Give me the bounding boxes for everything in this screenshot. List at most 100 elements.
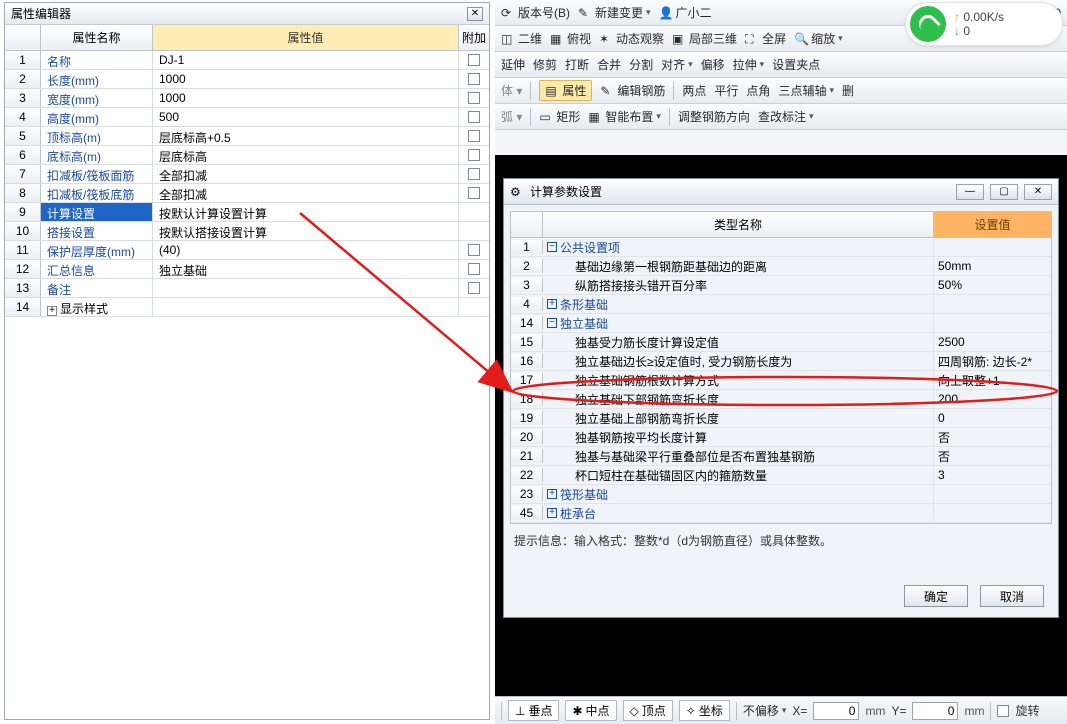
param-group-row[interactable]: 45+桩承台	[511, 504, 1051, 523]
param-value[interactable]: 50%	[934, 278, 1051, 292]
expand-icon[interactable]: +	[547, 299, 557, 309]
attr-value[interactable]: 全部扣减	[153, 165, 459, 183]
tb-2d[interactable]: ◫二维	[501, 30, 542, 47]
extra-check[interactable]	[468, 149, 480, 161]
param-value[interactable]: 50mm	[934, 259, 1051, 273]
param-value[interactable]: 200	[934, 392, 1051, 406]
extra-check[interactable]	[468, 111, 480, 123]
expand-icon[interactable]: +	[547, 489, 557, 499]
param-row[interactable]: 18独立基础下部钢筋弯折长度200	[511, 390, 1051, 409]
ok-button[interactable]: 确定	[904, 585, 968, 607]
property-row[interactable]: 1名称DJ-1	[5, 51, 489, 70]
tb-extend[interactable]: 延伸	[501, 56, 525, 73]
expand-icon[interactable]: +	[47, 306, 57, 316]
param-group-row[interactable]: 23+筏形基础	[511, 485, 1051, 504]
attr-value[interactable]: 层底标高+0.5	[153, 127, 459, 145]
snap-perp[interactable]: ⊥垂点	[508, 700, 559, 721]
param-group-row[interactable]: 14−独立基础	[511, 314, 1051, 333]
maximize-icon[interactable]: ▢	[990, 184, 1018, 200]
extra-check[interactable]	[468, 73, 480, 85]
property-row[interactable]: 3宽度(mm)1000	[5, 89, 489, 108]
expand-icon[interactable]: +	[547, 508, 557, 518]
param-value[interactable]: 0	[934, 411, 1051, 425]
tb-adjust-rebar-dir[interactable]: 调整钢筋方向	[678, 108, 750, 125]
y-input[interactable]	[912, 702, 958, 720]
tb-version[interactable]: ⟳版本号(B)	[501, 4, 570, 21]
tb-zoom[interactable]: 🔍缩放▾	[794, 30, 843, 47]
property-row[interactable]: 9计算设置按默认计算设置计算	[5, 203, 489, 222]
param-value[interactable]: 2500	[934, 335, 1051, 349]
extra-check[interactable]	[468, 92, 480, 104]
extra-check[interactable]	[468, 130, 480, 142]
tb-break[interactable]: 打断	[565, 56, 589, 73]
rotate-check[interactable]	[997, 705, 1009, 717]
tb-check-annotation[interactable]: 查改标注▾	[758, 108, 814, 125]
param-row[interactable]: 17独立基础钢筋根数计算方式向上取整+1	[511, 371, 1051, 390]
snap-mid[interactable]: ✱中点	[565, 700, 616, 721]
tb-offset[interactable]: 偏移	[701, 56, 725, 73]
minimize-icon[interactable]: —	[956, 184, 984, 200]
property-row[interactable]: 7扣减板/筏板面筋全部扣减	[5, 165, 489, 184]
close-icon[interactable]: ✕	[1024, 184, 1052, 200]
extra-check[interactable]	[468, 187, 480, 199]
extra-check[interactable]	[468, 282, 480, 294]
param-row[interactable]: 20独基钢筋按平均长度计算否	[511, 428, 1051, 447]
tb-grip[interactable]: 设置夹点	[772, 56, 820, 73]
snap-vertex[interactable]: ◇顶点	[623, 700, 673, 721]
tb-edit-rebar[interactable]: ✎编辑钢筋	[600, 82, 665, 99]
param-group-row[interactable]: 1−公共设置项	[511, 238, 1051, 257]
attr-value[interactable]: 按默认搭接设置计算	[153, 222, 459, 240]
tb-orbit[interactable]: ✶动态观察	[599, 30, 664, 47]
param-group-row[interactable]: 4+条形基础	[511, 295, 1051, 314]
property-row[interactable]: 11保护层厚度(mm)(40)	[5, 241, 489, 260]
param-value[interactable]: 否	[934, 448, 1051, 465]
tb-properties[interactable]: ▤属性	[539, 80, 592, 101]
tb-full[interactable]: ⛶全屏	[745, 30, 786, 47]
param-row[interactable]: 21独基与基础梁平行重叠部位是否布置独基钢筋否	[511, 447, 1051, 466]
param-row[interactable]: 2基础边缘第一根钢筋距基础边的距离50mm	[511, 257, 1051, 276]
param-value[interactable]: 四周钢筋: 边长-2*	[934, 353, 1051, 370]
attr-value[interactable]	[153, 279, 459, 297]
tb-split[interactable]: 分割	[629, 56, 653, 73]
attr-value[interactable]: 1000	[153, 89, 459, 107]
attr-value[interactable]: (40)	[153, 241, 459, 259]
expand-icon[interactable]: −	[547, 318, 557, 328]
property-row[interactable]: 5顶标高(m)层底标高+0.5	[5, 127, 489, 146]
param-row[interactable]: 22杯口短柱在基础锚固区内的箍筋数量3	[511, 466, 1051, 485]
tb-three-point[interactable]: 三点辅轴▾	[778, 82, 834, 99]
property-row[interactable]: 4高度(mm)500	[5, 108, 489, 127]
attr-value[interactable]: 按默认计算设置计算	[153, 203, 459, 221]
tb-trim[interactable]: 修剪	[533, 56, 557, 73]
attr-value[interactable]: 500	[153, 108, 459, 126]
dialog-titlebar[interactable]: ⚙ 计算参数设置 — ▢ ✕	[504, 179, 1058, 205]
attr-value[interactable]: 独立基础	[153, 260, 459, 278]
col-attr-value[interactable]: 属性值	[153, 25, 459, 50]
property-row[interactable]: 13备注	[5, 279, 489, 298]
network-status-pill[interactable]: ↑ 0.00K/s ↓ 0	[905, 2, 1063, 46]
extra-check[interactable]	[468, 244, 480, 256]
tb-rect[interactable]: ▭矩形	[539, 108, 580, 125]
tb-local3d[interactable]: ▣局部三维	[672, 30, 737, 47]
tb-parallel[interactable]: 平行	[714, 82, 738, 99]
param-row[interactable]: 16独立基础边长≥设定值时, 受力钢筋长度为四周钢筋: 边长-2*	[511, 352, 1051, 371]
param-row[interactable]: 3纵筋搭接接头错开百分率50%	[511, 276, 1051, 295]
tb-point-angle[interactable]: 点角	[746, 82, 770, 99]
tb-user[interactable]: 👤广小二	[659, 4, 712, 21]
attr-value[interactable]: 1000	[153, 70, 459, 88]
x-input[interactable]	[813, 702, 859, 720]
extra-check[interactable]	[468, 263, 480, 275]
param-value[interactable]: 3	[934, 468, 1051, 482]
attr-value[interactable]: DJ-1	[153, 51, 459, 69]
cancel-button[interactable]: 取消	[980, 585, 1044, 607]
property-row[interactable]: 2长度(mm)1000	[5, 70, 489, 89]
tb-delete[interactable]: 删	[842, 82, 854, 99]
property-row[interactable]: 6底标高(m)层底标高	[5, 146, 489, 165]
tb-new-change[interactable]: ✎新建变更▾	[578, 4, 651, 21]
col-set-value[interactable]: 设置值	[934, 212, 1051, 237]
property-row[interactable]: 12汇总信息独立基础	[5, 260, 489, 279]
attr-value[interactable]: 层底标高	[153, 146, 459, 164]
close-icon[interactable]: ✕	[467, 7, 483, 21]
offset-mode[interactable]: 不偏移▾	[743, 702, 787, 719]
param-value[interactable]: 否	[934, 429, 1051, 446]
tb-two-point[interactable]: 两点	[682, 82, 706, 99]
